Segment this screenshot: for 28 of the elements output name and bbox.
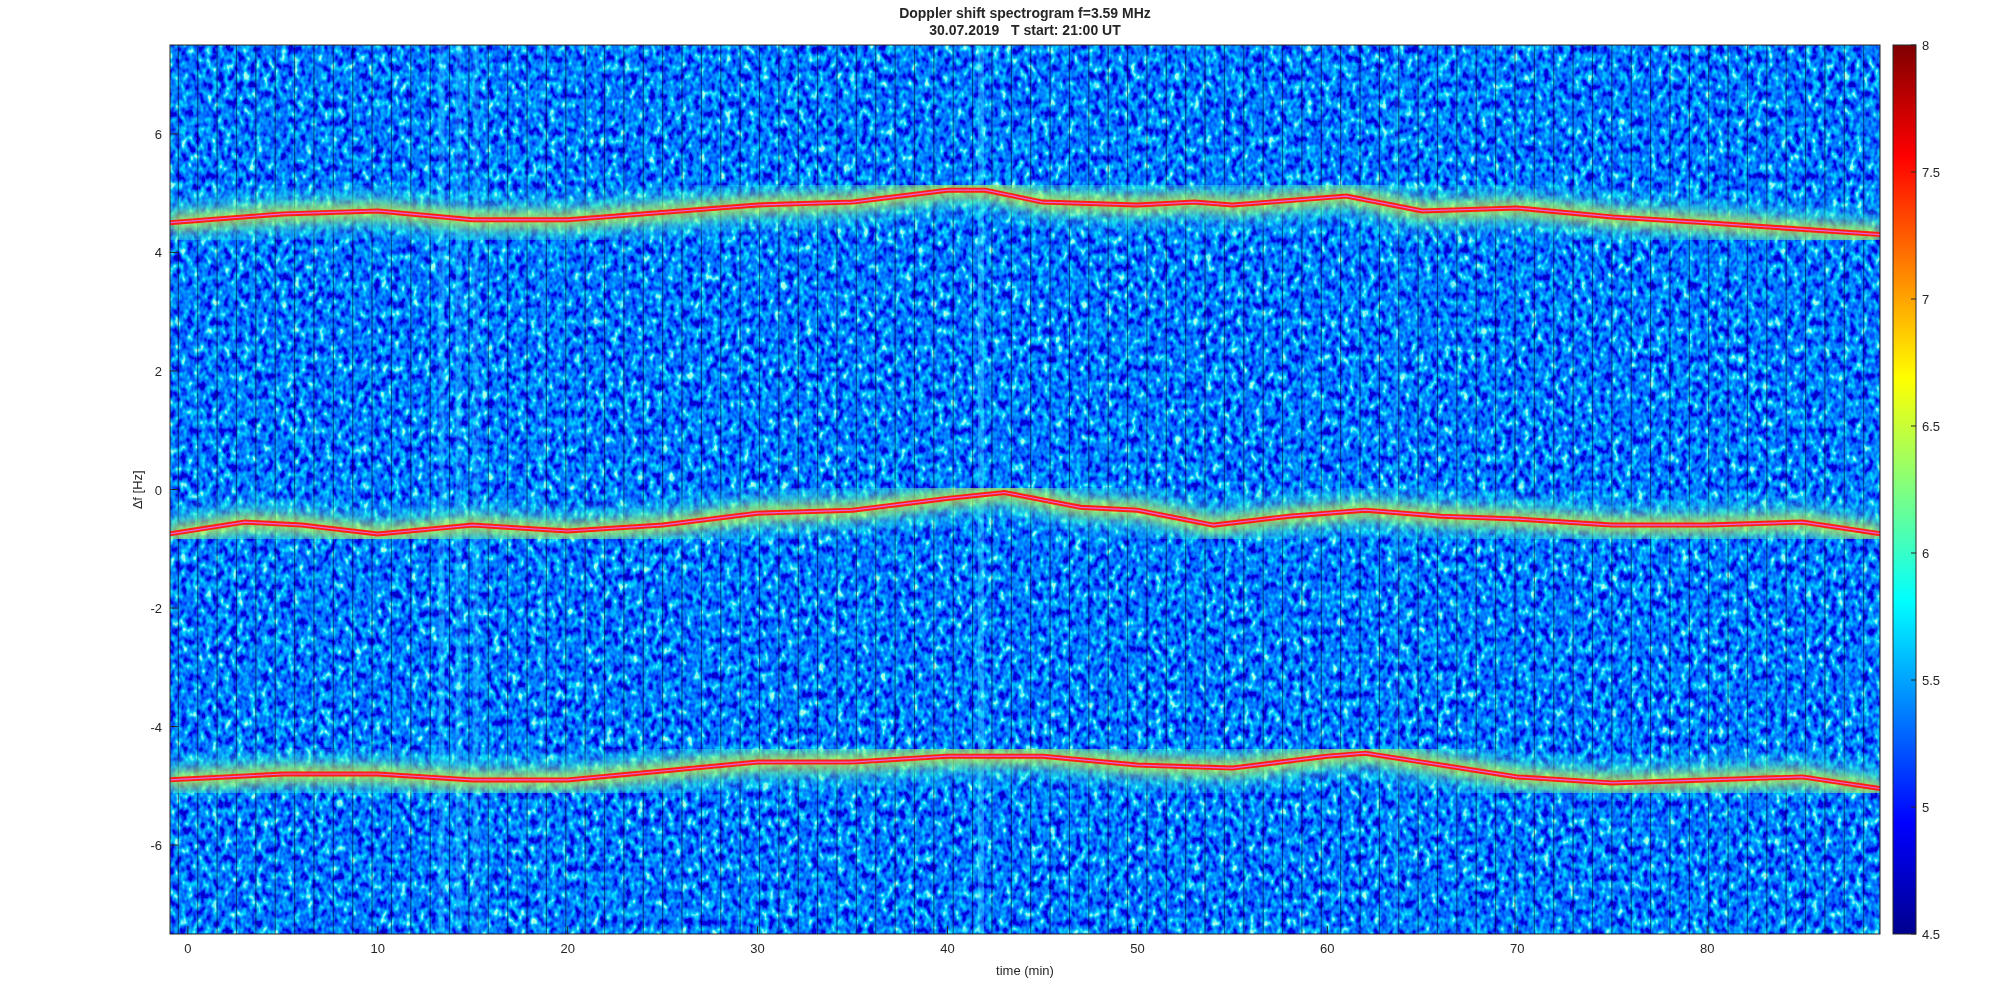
tick-label: 50 — [1130, 941, 1145, 956]
tick-label: 30 — [750, 941, 765, 956]
tick-label: -4 — [150, 719, 162, 735]
tick-label: 7.5 — [1922, 165, 1941, 180]
tick-label: 10 — [370, 941, 385, 956]
tick-label: 6 — [154, 126, 162, 142]
tick-label: 4 — [154, 245, 162, 261]
tick-label: 8 — [1922, 38, 1930, 53]
tick-label: 6.5 — [1922, 419, 1941, 434]
tick-label: 20 — [560, 941, 575, 956]
tick-label: 7 — [1922, 292, 1930, 307]
chart-subtitle: 30.07.2019 T start: 21:00 UT — [929, 22, 1121, 38]
chart-title: Doppler shift spectrogram f=3.59 MHz — [899, 5, 1151, 21]
tick-label: 70 — [1510, 941, 1525, 956]
tick-label: 40 — [940, 941, 955, 956]
tick-label: 2 — [154, 363, 162, 379]
tick-label: 4.5 — [1922, 927, 1941, 942]
tick-label: 6 — [1922, 546, 1930, 561]
tick-label: 5 — [1922, 800, 1930, 815]
tick-label: 60 — [1320, 941, 1335, 956]
tick-label: 0 — [154, 482, 162, 498]
axis-label: ∆f [Hz] — [130, 470, 145, 509]
tick-label: 5.5 — [1922, 673, 1941, 688]
tick-label: 80 — [1699, 941, 1715, 956]
tick-label: -6 — [150, 838, 162, 854]
axis-label: time (min) — [996, 963, 1054, 978]
tick-label: 0 — [184, 941, 192, 956]
tick-label: -2 — [150, 601, 162, 617]
